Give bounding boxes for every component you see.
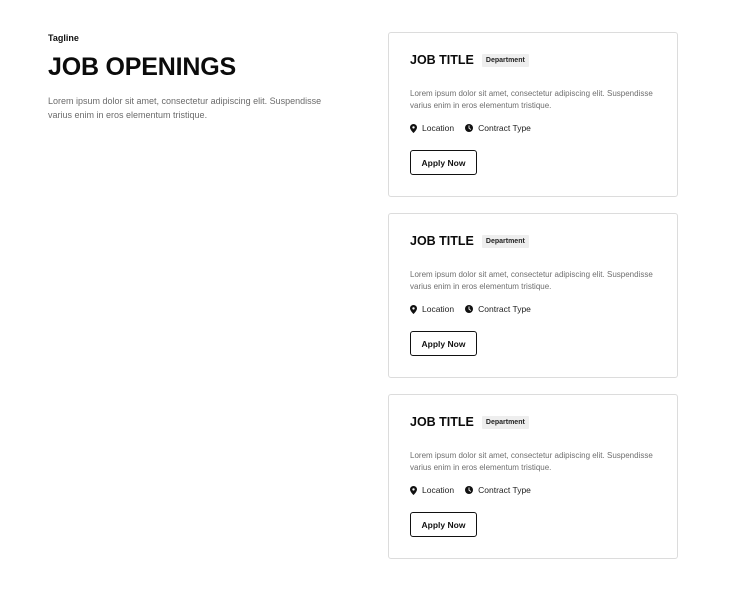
contract-type-label: Contract Type [478, 123, 531, 133]
job-card: JOB TITLE Department Lorem ipsum dolor s… [388, 32, 678, 197]
job-location: Location [410, 123, 454, 133]
location-label: Location [422, 304, 455, 314]
department-badge: Department [481, 54, 529, 67]
job-location: Location [410, 485, 454, 495]
job-description: Lorem ipsum dolor sit amet, consectetur … [410, 89, 653, 110]
apply-now-button[interactable]: Apply Now [410, 150, 477, 175]
job-openings-intro: Tagline JOB OPENINGS Lorem ipsum dolor s… [48, 33, 348, 122]
page-title: JOB OPENINGS [48, 53, 236, 81]
apply-now-button[interactable]: Apply Now [410, 512, 477, 537]
job-card: JOB TITLE Department Lorem ipsum dolor s… [388, 213, 678, 378]
job-meta: Location Contract Type [410, 123, 542, 133]
job-contract-type: Contract Type [465, 304, 531, 314]
apply-now-button[interactable]: Apply Now [410, 331, 477, 356]
job-description: Lorem ipsum dolor sit amet, consectetur … [410, 451, 653, 472]
contract-type-label: Contract Type [478, 485, 531, 495]
map-pin-icon [410, 485, 417, 495]
job-contract-type: Contract Type [465, 123, 531, 133]
map-pin-icon [410, 304, 417, 314]
clock-icon [465, 124, 474, 132]
job-contract-type: Contract Type [465, 485, 531, 495]
job-title: JOB TITLE [410, 415, 474, 429]
map-pin-icon [410, 123, 417, 133]
job-list: JOB TITLE Department Lorem ipsum dolor s… [388, 32, 678, 575]
job-title: JOB TITLE [410, 234, 474, 248]
job-meta: Location Contract Type [410, 485, 542, 495]
contract-type-label: Contract Type [478, 304, 531, 314]
tagline: Tagline [48, 33, 79, 43]
clock-icon [465, 305, 474, 313]
department-badge: Department [481, 416, 529, 429]
intro-text: Lorem ipsum dolor sit amet, consectetur … [48, 96, 322, 120]
job-meta: Location Contract Type [410, 304, 542, 314]
location-label: Location [422, 123, 455, 133]
location-label: Location [422, 485, 455, 495]
clock-icon [465, 486, 474, 494]
job-header: JOB TITLE Department [410, 53, 529, 68]
job-location: Location [410, 304, 454, 314]
job-card: JOB TITLE Department Lorem ipsum dolor s… [388, 394, 678, 559]
department-badge: Department [481, 235, 529, 248]
job-title: JOB TITLE [410, 53, 474, 67]
job-header: JOB TITLE Department [410, 234, 529, 249]
job-header: JOB TITLE Department [410, 415, 529, 430]
job-description: Lorem ipsum dolor sit amet, consectetur … [410, 270, 653, 291]
